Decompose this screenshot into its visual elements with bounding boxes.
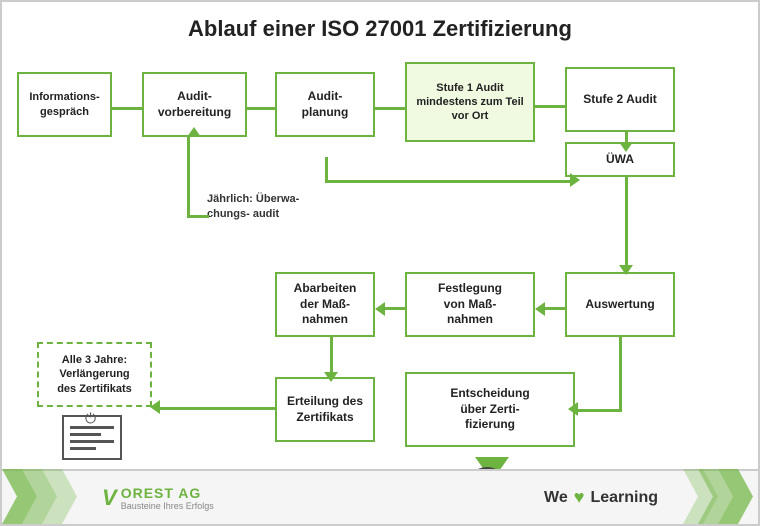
logo-text: OREST AG (121, 485, 214, 501)
box-festlegung: Festlegung von Maß- nahmen (405, 272, 535, 337)
connector-auswertung-h (574, 409, 619, 412)
arrow-abarbeiten-erteilung (324, 337, 338, 382)
arrow-auswertung-entscheidung-head (568, 402, 578, 416)
connector-erteilung-left (157, 407, 275, 410)
cert-line-2 (70, 433, 101, 436)
connector-auditplanung-down (325, 157, 328, 182)
arrow-stufe2-uewa (619, 132, 633, 152)
cert-line-3 (70, 440, 114, 443)
connector-auditplanung-right (325, 180, 572, 183)
box-abarbeiten: Abarbeiten der Maß- nahmen (275, 272, 375, 337)
heart-icon: ♥ (574, 487, 585, 508)
box-audit-planung: Audit- planung (275, 72, 375, 137)
footer-we: We (544, 489, 568, 507)
main-container: Ablauf einer ISO 27001 Zertifizierung In… (0, 0, 760, 526)
cert-line-4 (70, 447, 96, 450)
box-stufe2-audit: Stufe 2 Audit (565, 67, 675, 132)
logo-sub: Bausteine Ihres Erfolgs (121, 501, 214, 511)
box-entscheidung: Entscheidung über Zerti- fizierung (405, 372, 575, 447)
footer-learning: Learning (590, 489, 658, 507)
connector-jaehrlich-h (187, 215, 209, 218)
footer: V OREST AG Bausteine Ihres Erfolgs We ♥ … (2, 469, 758, 524)
footer-chevrons-left (2, 469, 82, 524)
connector-jaehrlich-up (187, 137, 190, 217)
logo-v: V (102, 485, 117, 511)
page-title: Ablauf einer ISO 27001 Zertifizierung (2, 2, 758, 52)
box-stufe1-audit: Stufe 1 Audit mindestens zum Teil vor Or… (405, 62, 535, 142)
footer-logo: V OREST AG Bausteine Ihres Erfolgs (102, 485, 214, 511)
footer-we-learning: We ♥ Learning (544, 487, 658, 508)
arrow-erteilung-alle3-head (150, 400, 160, 414)
box-auswertung: Auswertung (565, 272, 675, 337)
box-alle3jahre: Alle 3 Jahre: Verlängerung des Zertifika… (37, 342, 152, 407)
arrow-auditplanung-uewa (570, 173, 580, 187)
footer-chevrons-right (678, 469, 758, 524)
connector-auswertung-down (619, 337, 622, 412)
power-icon: ⏻ (85, 410, 96, 427)
box-erteilung: Erteilung des Zertifikats (275, 377, 375, 442)
label-jaehrlich: Jährlich: Überwa- chungs- audit (207, 192, 317, 222)
diagram-area: Informations- gespräch Audit- vorbereitu… (12, 57, 748, 464)
arrow-jaehrlich-up (187, 127, 201, 137)
arrow-uewa-auswertung (619, 177, 633, 275)
box-info-gespraech: Informations- gespräch (17, 72, 112, 137)
